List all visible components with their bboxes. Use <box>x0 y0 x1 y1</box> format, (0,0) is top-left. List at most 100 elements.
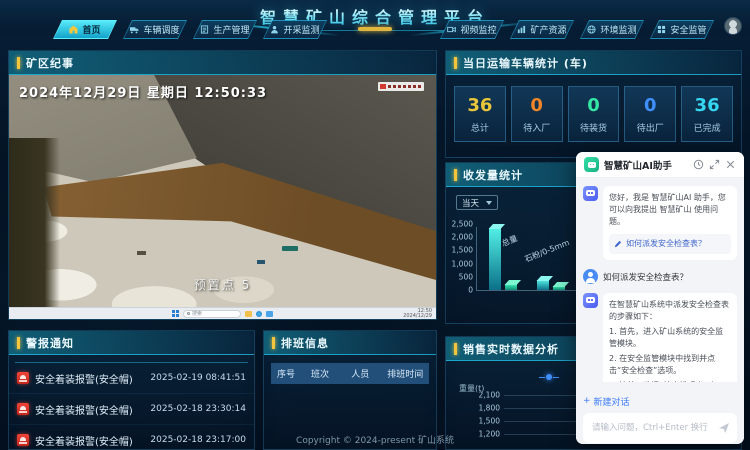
stat-label: 总计 <box>455 121 505 134</box>
tab-label: 开采监测 <box>283 23 319 36</box>
edge-icon <box>256 311 262 317</box>
tab-safety-supervision[interactable]: 安全监管 <box>650 20 714 39</box>
stat-card-pending-load: 0待装货 <box>568 86 620 142</box>
tab-mineral-resources[interactable]: 矿产资源 <box>510 20 574 39</box>
truck-icon <box>130 25 139 34</box>
title-accent-bar <box>17 57 20 69</box>
header: 智慧矿山综合管理平台 首页 车辆调度 生产管理 开采监测 视频监控 <box>0 0 750 42</box>
tab-video-monitor[interactable]: 视频监控 <box>440 20 504 39</box>
store-icon <box>266 311 273 317</box>
tab-label: 视频监控 <box>460 23 496 36</box>
range-dropdown[interactable]: 当天 <box>456 195 498 210</box>
alarm-item[interactable]: 安全着装报警(安全帽) 2025-02-18 23:30:14 <box>9 394 254 425</box>
stat-label: 待装货 <box>569 121 619 134</box>
panel-title: 排班信息 <box>281 335 329 351</box>
y-tick: 1,800 <box>452 404 500 413</box>
title-accent-bar <box>454 169 457 181</box>
globe-icon <box>587 25 596 34</box>
home-icon <box>69 25 78 34</box>
alarm-label: 安全着装报警(安全帽) <box>35 402 144 417</box>
title-accent-bar <box>272 337 275 349</box>
panel-alarm-notifications: 警报通知 安全着装报警(安全帽) 2025-02-19 08:41:51 安全着… <box>8 330 255 450</box>
table-header: 序号 班次 人员 排班时间 <box>271 363 429 384</box>
y-tick: 2,100 <box>452 391 500 400</box>
explorer-icon <box>245 311 252 317</box>
taskbar-search: 搜索 <box>183 310 241 318</box>
panel-title-bar: 当日运输车辆统计 (车) <box>446 51 741 75</box>
expand-icon[interactable] <box>709 159 720 170</box>
column-header: 人员 <box>339 367 382 380</box>
stat-label: 待入厂 <box>512 121 562 134</box>
stat-label: 已完成 <box>682 121 732 134</box>
plus-icon: + <box>583 396 591 406</box>
stat-value: 36 <box>682 95 732 116</box>
answer-steps: 1. 首先，进入矿山系统的安全监管模块。 2. 在安全监管模块中找到并点击“安全… <box>609 326 731 382</box>
tab-home[interactable]: 首页 <box>53 20 117 39</box>
truck <box>137 251 146 255</box>
ai-chat-body: 您好，我是 智慧矿山AI 助手，您可以向我提出 智慧矿山 使用问题。 如何派发安… <box>576 178 744 382</box>
video-feed[interactable]: 2024年12月29日 星期日 12:50:33 预置点 5 搜索 12:502… <box>9 75 436 319</box>
tab-environment-monitor[interactable]: 环境监测 <box>580 20 644 39</box>
history-icon[interactable] <box>693 159 704 170</box>
ai-assistant-panel: 智慧矿山AI助手 您好，我是 智慧矿山AI 助手，您可以向我提出 智慧矿山 使用… <box>576 152 744 444</box>
ai-robot-icon <box>584 157 599 172</box>
tab-vehicle-dispatch[interactable]: 车辆调度 <box>123 20 187 39</box>
panel-title: 销售实时数据分析 <box>463 341 559 357</box>
y-tick: 2,500 <box>452 220 473 229</box>
bar-stone-powder <box>537 280 549 290</box>
camera-watermark <box>378 82 424 91</box>
bar-stone-powder-2 <box>553 286 565 290</box>
stat-value: 0 <box>625 95 675 116</box>
tab-label: 矿产资源 <box>530 23 566 36</box>
equipment <box>257 260 265 264</box>
user-avatar[interactable] <box>724 17 742 35</box>
column-header: 班次 <box>301 367 339 380</box>
column-header: 排班时间 <box>382 367 429 380</box>
bar-chart-icon <box>517 25 526 34</box>
y-tick: 1,500 <box>452 417 500 426</box>
panel-title: 收发量统计 <box>463 167 523 183</box>
stat-value: 0 <box>512 95 562 116</box>
answer-intro: 在智慧矿山系统中派发安全检查表的步骤如下： <box>609 300 729 321</box>
alarm-item[interactable]: 安全着装报警(安全帽) 2025-02-19 08:41:51 <box>9 363 254 394</box>
video-datetime-overlay: 2024年12月29日 星期日 12:50:33 <box>19 82 267 101</box>
title-accent-bar <box>454 57 457 69</box>
user-message: 如何派发安全检查表？ <box>583 269 737 284</box>
question-input[interactable] <box>590 422 713 434</box>
suggested-question[interactable]: 如何派发安全检查表？ <box>609 234 731 254</box>
answer-step: 2. 在安全监管模块中找到并点击“安全检查”选项。 <box>609 353 731 377</box>
taskbar-clock: 12:502024/12/29 <box>403 309 432 319</box>
nav-right: 视频监控 矿产资源 环境监测 安全监管 <box>440 20 714 39</box>
stat-card-total: 36 总计 <box>454 86 506 142</box>
ai-footer: +新建对话 <box>576 382 744 444</box>
panel-title-bar: 警报通知 <box>9 331 254 355</box>
stat-label: 待出厂 <box>625 121 675 134</box>
bot-welcome-text: 您好，我是 智慧矿山AI 助手，您可以向我提出 智慧矿山 使用问题。 <box>609 193 726 226</box>
panel-title: 当日运输车辆统计 (车) <box>463 55 588 71</box>
tab-label: 生产管理 <box>213 23 249 36</box>
new-chat-button[interactable]: +新建对话 <box>583 395 630 408</box>
close-icon[interactable] <box>725 159 736 170</box>
y-tick: 0 <box>468 286 473 295</box>
bot-avatar-icon <box>583 186 598 201</box>
stat-value: 36 <box>455 95 505 116</box>
preset-point-label: 预置点 5 <box>9 276 436 293</box>
legend-marker-icon <box>546 374 552 380</box>
alarm-siren-icon <box>17 372 29 384</box>
clipboard-icon <box>200 25 209 34</box>
send-icon[interactable] <box>718 422 730 434</box>
bot-message: 您好，我是 智慧矿山AI 助手，您可以向我提出 智慧矿山 使用问题。 如何派发安… <box>583 186 737 260</box>
title-accent-bar <box>454 343 457 355</box>
stat-cards: 36 总计 0 待入厂 0待装货 0 待出厂 36 已完成 <box>446 75 741 142</box>
column-header: 序号 <box>271 367 301 380</box>
stat-card-pending-entry: 0 待入厂 <box>511 86 563 142</box>
stat-card-completed: 36 已完成 <box>681 86 733 142</box>
panel-title: 警报通知 <box>26 335 74 351</box>
user-question-text: 如何派发安全检查表？ <box>603 271 688 283</box>
tab-production[interactable]: 生产管理 <box>193 20 257 39</box>
tab-mining-monitor[interactable]: 开采监测 <box>263 20 327 39</box>
panel-shift-schedule: 排班信息 序号 班次 人员 排班时间 <box>263 330 437 450</box>
alarm-time: 2025-02-19 08:41:51 <box>150 373 246 383</box>
chevron-down-icon <box>486 201 492 205</box>
answer-step: 1. 首先，进入矿山系统的安全监管模块。 <box>609 326 731 350</box>
